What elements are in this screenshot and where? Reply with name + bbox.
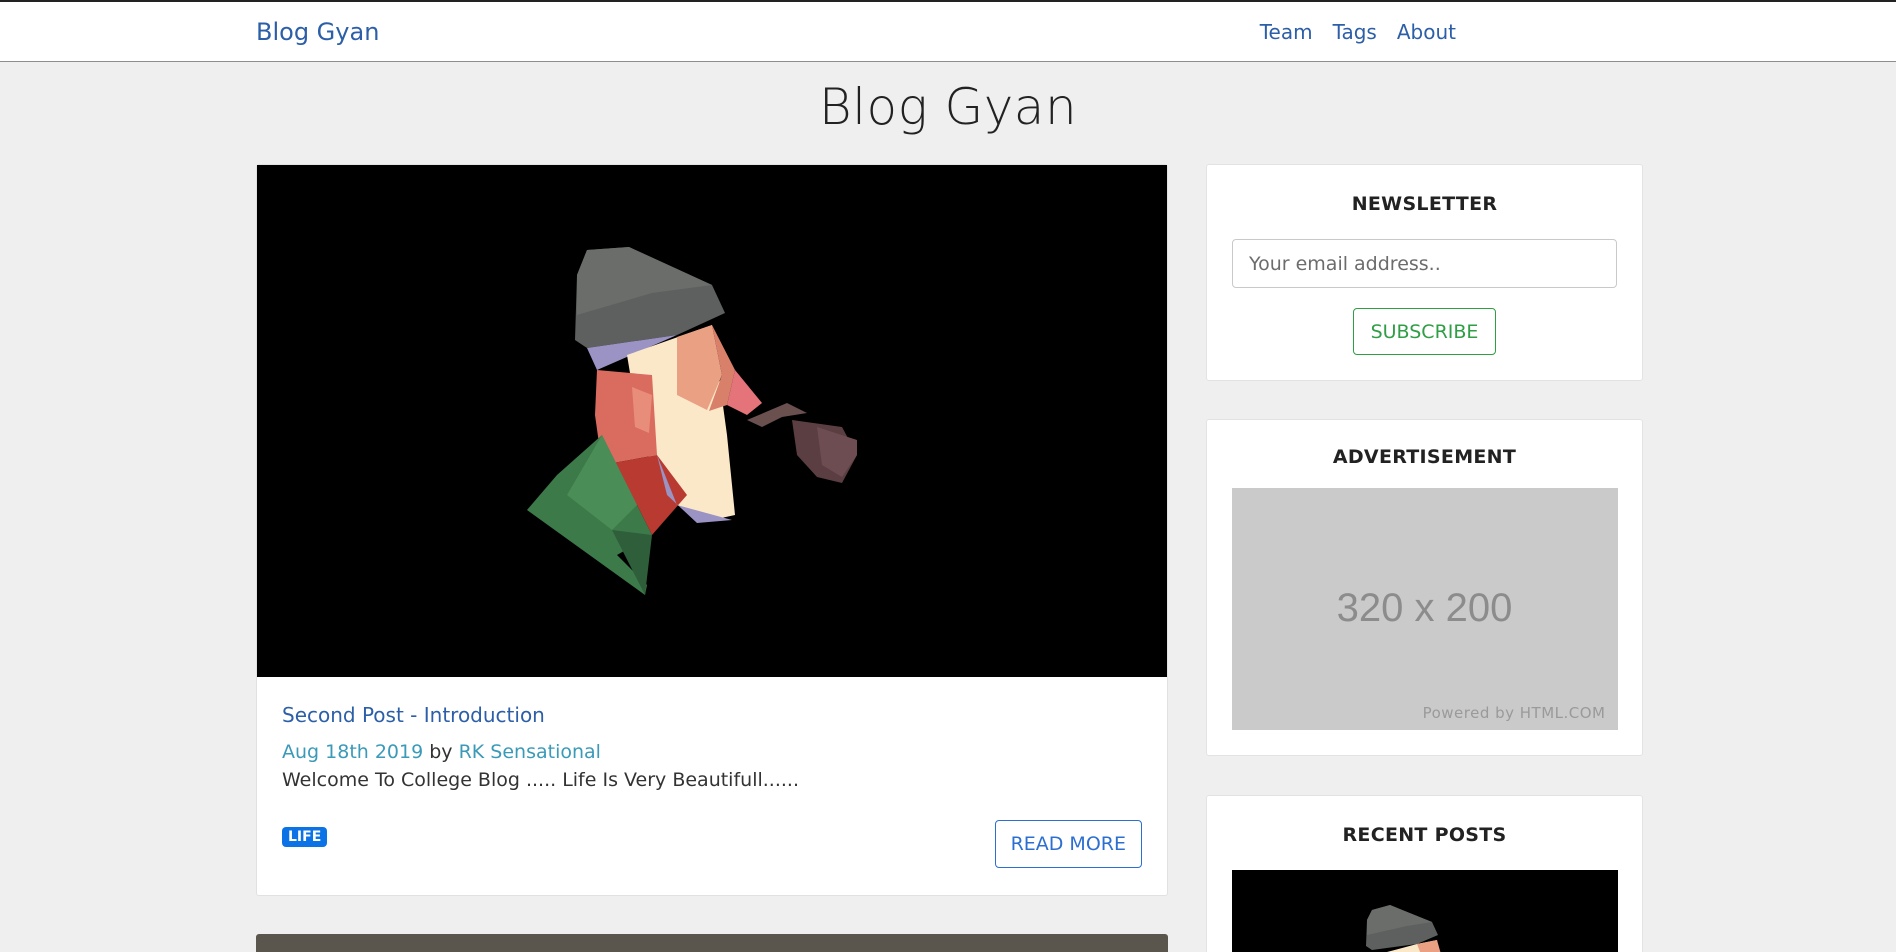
top-navbar: Blog Gyan Team Tags About	[0, 2, 1896, 62]
pipe-man-illustration	[527, 247, 857, 595]
post-card: Second Post - Introduction Aug 18th 2019…	[256, 164, 1168, 896]
advertisement-title: ADVERTISEMENT	[1332, 446, 1517, 468]
post-title-link[interactable]: Second Post - Introduction	[282, 703, 1142, 727]
email-input[interactable]	[1232, 239, 1617, 288]
post-by-label: by	[429, 741, 453, 763]
recent-posts-widget: RECENT POSTS	[1206, 795, 1643, 952]
newsletter-widget: NEWSLETTER SUBSCRIBE	[1206, 164, 1643, 381]
post-date-link[interactable]: Aug 18th 2019	[282, 741, 423, 763]
nav-link-tags[interactable]: Tags	[1333, 20, 1377, 44]
post-featured-image[interactable]	[257, 165, 1167, 677]
recent-post-thumbnail[interactable]	[1231, 870, 1618, 952]
ad-powered-text: Powered by HTML.COM	[1422, 704, 1606, 722]
read-more-button[interactable]: READ MORE	[994, 820, 1142, 868]
advertisement-placeholder[interactable]: 320 x 200 Powered by HTML.COM	[1231, 488, 1618, 730]
page-title: Blog Gyan	[818, 78, 1078, 136]
nav-link-about[interactable]: About	[1397, 20, 1456, 44]
post-body: Second Post - Introduction Aug 18th 2019…	[257, 677, 1167, 868]
subscribe-button[interactable]: SUBSCRIBE	[1353, 308, 1496, 355]
nav-link-team[interactable]: Team	[1260, 20, 1313, 44]
ad-size-text: 320 x 200	[1336, 586, 1513, 630]
next-post-image-partial[interactable]	[256, 934, 1168, 952]
recent-posts-title: RECENT POSTS	[1342, 824, 1507, 846]
nav-links: Team Tags About	[1260, 20, 1456, 44]
pipe-man-thumbnail-illustration	[1365, 905, 1440, 952]
brand-link[interactable]: Blog Gyan	[256, 18, 379, 46]
tag-badge-life[interactable]: LIFE	[282, 827, 328, 847]
post-excerpt: Welcome To College Blog ..... Life Is Ve…	[282, 769, 799, 791]
newsletter-title: NEWSLETTER	[1351, 193, 1498, 215]
advertisement-widget: ADVERTISEMENT 320 x 200 Powered by HTML.…	[1206, 419, 1643, 756]
post-meta: Aug 18th 2019 by RK Sensational	[282, 741, 1142, 763]
post-author-link[interactable]: RK Sensational	[459, 741, 601, 763]
